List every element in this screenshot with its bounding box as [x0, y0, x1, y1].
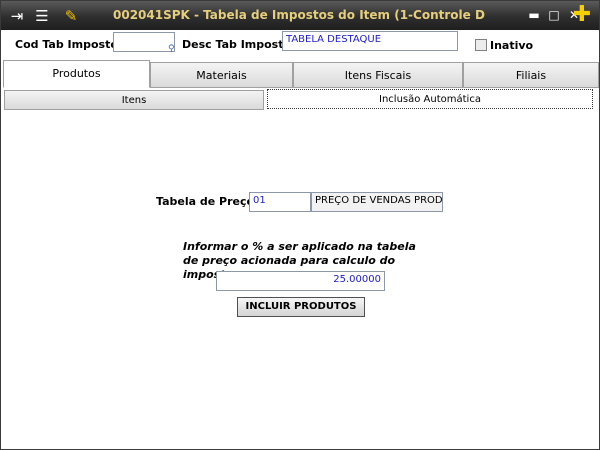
tab-itens-fiscais[interactable]: Itens Fiscais: [293, 62, 463, 88]
cod-tab-imposto-input[interactable]: [113, 32, 175, 52]
window-title: 002041SPK - Tabela de Impostos do Item (…: [113, 8, 485, 22]
desc-tab-imposto-label: Desc Tab Imposto: [182, 38, 292, 51]
minimize-icon[interactable]: ▬: [527, 8, 541, 22]
title-bar: ⇥ ☰ ✎ 002041SPK - Tabela de Impostos do …: [1, 1, 599, 30]
desc-tab-imposto-input[interactable]: TABELA DESTAQUE: [282, 31, 458, 51]
tools-icon[interactable]: ✎: [61, 6, 81, 26]
tab-filiais[interactable]: Filiais: [463, 62, 599, 88]
tab-produtos[interactable]: Produtos: [3, 60, 150, 88]
window: ⇥ ☰ ✎ 002041SPK - Tabela de Impostos do …: [0, 0, 600, 450]
maximize-icon[interactable]: □: [547, 8, 561, 22]
header-form: Cod Tab Imposto ⚲ Desc Tab Imposto TABEL…: [1, 30, 599, 60]
tab-materiais[interactable]: Materiais: [150, 62, 293, 88]
price-table-desc-field: PREÇO DE VENDAS PRODUTOS: [311, 192, 443, 212]
subtab-inclusao-automatica[interactable]: Inclusão Automática: [267, 89, 593, 109]
inativo-checkbox[interactable]: [475, 39, 487, 51]
traffic-light-icon[interactable]: ☰: [32, 6, 52, 26]
incluir-produtos-button[interactable]: INCLUIR PRODUTOS: [237, 297, 365, 317]
main-tabs: Produtos Materiais Itens Fiscais Filiais: [1, 60, 599, 88]
add-icon[interactable]: ✚: [572, 3, 592, 27]
subtab-itens[interactable]: Itens: [4, 90, 264, 110]
cod-tab-imposto-label: Cod Tab Imposto: [15, 38, 118, 51]
price-table-code-input[interactable]: 01: [249, 192, 311, 212]
percent-input[interactable]: 25.00000: [216, 271, 385, 291]
inativo-label: Inativo: [490, 39, 534, 52]
exit-icon[interactable]: ⇥: [7, 6, 27, 26]
tabela-de-preco-label: Tabela de Preço: [156, 195, 255, 208]
inclusao-automatica-panel: Tabela de Preço 01 PREÇO DE VENDAS PRODU…: [1, 112, 599, 449]
lookup-icon[interactable]: ⚲: [168, 44, 175, 54]
sub-tabs: Itens Inclusão Automática: [1, 88, 599, 112]
